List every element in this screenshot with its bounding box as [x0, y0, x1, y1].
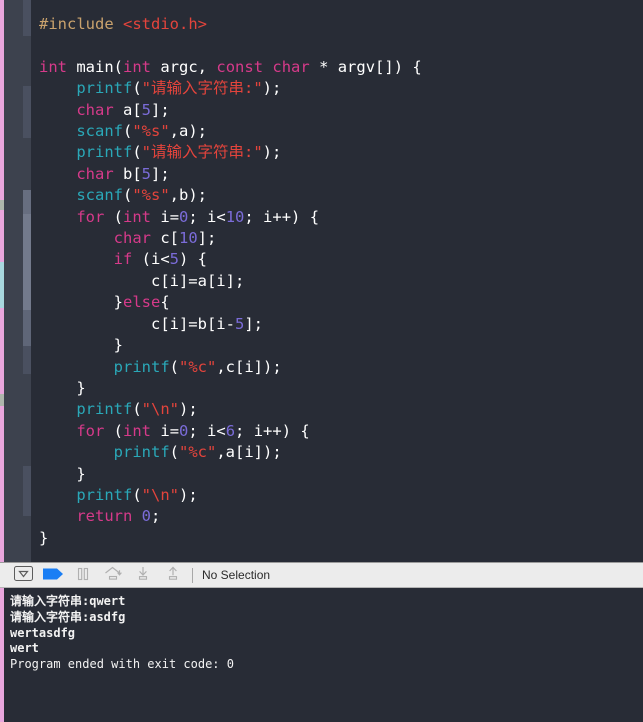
code-area[interactable]: #include <stdio.h> int main(int argc, co… — [31, 0, 643, 562]
toolbar-divider — [192, 567, 193, 583]
disclosure-box-icon — [13, 565, 33, 585]
step-over-button[interactable] — [98, 564, 128, 586]
editor-change-bar[interactable] — [23, 0, 31, 562]
code-line: scanf("%s",b); — [76, 186, 207, 205]
code-line: int main(int argc, const char * argv[]) … — [39, 57, 422, 76]
code-line: printf("请输入字符串:"); — [76, 79, 282, 98]
console-line: wert — [10, 641, 39, 656]
console-line: wertasdfg — [10, 625, 76, 640]
continue-button[interactable] — [38, 564, 68, 586]
code-line: }else{ — [113, 293, 170, 312]
selection-label: No Selection — [202, 568, 271, 582]
console-output[interactable]: 请输入字符串:qwert 请输入字符串:asdfg wertasdfg wert… — [4, 588, 643, 722]
console-line: Program ended with exit code: 0 — [10, 657, 234, 672]
console-line: 请输入字符串:qwert — [10, 594, 126, 608]
code-line: printf("\n"); — [76, 400, 198, 419]
code-line: char c[10]; — [113, 229, 217, 248]
code-line: if (i<5) { — [113, 250, 208, 269]
pause-icon — [76, 566, 90, 585]
code-line: printf("\n"); — [76, 485, 198, 504]
code-line: printf("%c",c[i]); — [113, 357, 282, 376]
debug-console[interactable]: 请输入字符串:qwert 请输入字符串:asdfg wertasdfg wert… — [0, 588, 643, 722]
code-line: } — [113, 336, 123, 355]
step-out-button[interactable] — [158, 564, 188, 586]
code-line: printf("请输入字符串:"); — [76, 143, 282, 162]
code-line: return 0; — [76, 507, 161, 526]
step-into-icon — [134, 566, 152, 585]
xcode-window: #include <stdio.h> int main(int argc, co… — [0, 0, 643, 722]
toggle-debug-area-button[interactable] — [8, 564, 38, 586]
source-editor[interactable]: #include <stdio.h> int main(int argc, co… — [0, 0, 643, 562]
code-line: } — [76, 464, 86, 483]
code-line: char a[5]; — [76, 100, 170, 119]
pause-button[interactable] — [68, 564, 98, 586]
code-line: char b[5]; — [76, 164, 170, 183]
code-line: } — [76, 378, 86, 397]
code-line: c[i]=b[i-5]; — [150, 314, 263, 333]
step-into-button[interactable] — [128, 564, 158, 586]
step-out-icon — [164, 566, 182, 585]
code-line: scanf("%s",a); — [76, 122, 207, 141]
code-line: #include <stdio.h> — [39, 15, 207, 33]
code-line: } — [39, 528, 49, 547]
console-line: 请输入字符串:asdfg — [10, 609, 126, 624]
editor-gutter[interactable] — [4, 0, 23, 562]
code-line: for (int i=0; i<10; i++) { — [76, 207, 320, 226]
code-text[interactable]: #include <stdio.h> int main(int argc, co… — [31, 14, 643, 549]
debug-toolbar[interactable]: No Selection — [0, 562, 643, 588]
code-line: printf("%c",a[i]); — [113, 443, 282, 462]
code-line: for (int i=0; i<6; i++) { — [76, 421, 310, 440]
step-over-icon — [103, 566, 123, 585]
continue-flag-icon — [42, 566, 64, 585]
code-line: c[i]=a[i]; — [150, 271, 245, 290]
